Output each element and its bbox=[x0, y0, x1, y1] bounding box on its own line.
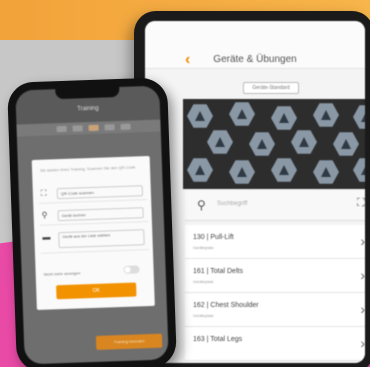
list-item-title: 161 | Total Delts bbox=[193, 268, 243, 275]
dialog-option-scan[interactable]: ⛶ QR-Code scannen bbox=[38, 182, 148, 204]
list-item-subtitle: Geräteplatz bbox=[193, 245, 214, 250]
dialog-option-search[interactable]: ⚲ Gerät suchen bbox=[39, 204, 148, 226]
phone-screen: Training Sie starten Ihren Training. Sca… bbox=[15, 85, 169, 365]
scan-icon: ⛶ bbox=[40, 188, 47, 198]
chevron-right-icon: › bbox=[360, 335, 365, 351]
dialog-option-label: QR-Code scannen bbox=[56, 185, 144, 200]
equipment-banner-image bbox=[183, 99, 365, 189]
list-item[interactable]: 163 | Total Legs › bbox=[185, 327, 365, 361]
dialog-option-list[interactable]: ▬ Gerät aus der Liste wählen bbox=[40, 226, 149, 254]
tablet-page-title: Geräte & Übungen bbox=[213, 54, 297, 65]
filter-button[interactable]: Geräte-Standard bbox=[243, 82, 299, 94]
dumbbell-icon: ▬ bbox=[42, 232, 51, 242]
list-item-title: 130 | Pull-Lift bbox=[193, 234, 234, 241]
dont-show-toggle[interactable] bbox=[123, 265, 140, 274]
tool-icon[interactable] bbox=[72, 125, 83, 132]
search-icon: ⚲ bbox=[41, 210, 48, 220]
search-bar[interactable]: ⚲ Suchbegriff ⛶ bbox=[185, 191, 365, 221]
list-item-title: 163 | Total Legs bbox=[193, 336, 243, 343]
list-item-subtitle: Geräteplatz bbox=[193, 279, 214, 284]
list-item[interactable]: 161 | Total Delts Geräteplatz › bbox=[185, 259, 365, 293]
list-item[interactable]: 162 | Chest Shoulder Geräteplatz › bbox=[185, 293, 365, 327]
tool-icon[interactable] bbox=[88, 124, 99, 132]
end-training-button[interactable]: Training beenden bbox=[95, 333, 163, 350]
chevron-right-icon: › bbox=[360, 267, 365, 283]
tablet-screen: ‹ Geräte & Übungen Geräte-Standard ⚲ Suc… bbox=[145, 21, 365, 363]
dialog-text: Sie starten Ihren Training. Scannen Sie … bbox=[39, 164, 136, 173]
chevron-right-icon: › bbox=[360, 301, 365, 317]
list-item-subtitle: Geräteplatz bbox=[193, 313, 214, 318]
list-item[interactable]: 130 | Pull-Lift Geräteplatz › bbox=[185, 225, 365, 259]
dialog-option-label: Gerät suchen bbox=[57, 207, 144, 222]
expand-icon[interactable]: ⛶ bbox=[357, 197, 365, 210]
list-item-title: 162 | Chest Shoulder bbox=[193, 302, 259, 309]
dialog-option-label: Gerät aus der Liste wählen bbox=[58, 229, 145, 249]
tablet-header: ‹ Geräte & Übungen bbox=[145, 21, 365, 69]
search-input[interactable]: Suchbegriff bbox=[217, 201, 247, 207]
search-icon: ⚲ bbox=[197, 198, 206, 212]
start-training-dialog: Sie starten Ihren Training. Scannen Sie … bbox=[31, 155, 155, 310]
phone-device: Training Sie starten Ihren Training. Sca… bbox=[6, 77, 178, 367]
toggle-label: Nicht mehr anzeigen bbox=[43, 270, 81, 277]
ok-button[interactable]: OK bbox=[56, 282, 137, 300]
tool-icon[interactable] bbox=[56, 125, 67, 133]
phone-page-title: Training bbox=[77, 105, 99, 113]
tool-icon[interactable] bbox=[120, 123, 131, 130]
chevron-right-icon: › bbox=[360, 233, 365, 249]
tool-icon[interactable] bbox=[104, 124, 115, 131]
